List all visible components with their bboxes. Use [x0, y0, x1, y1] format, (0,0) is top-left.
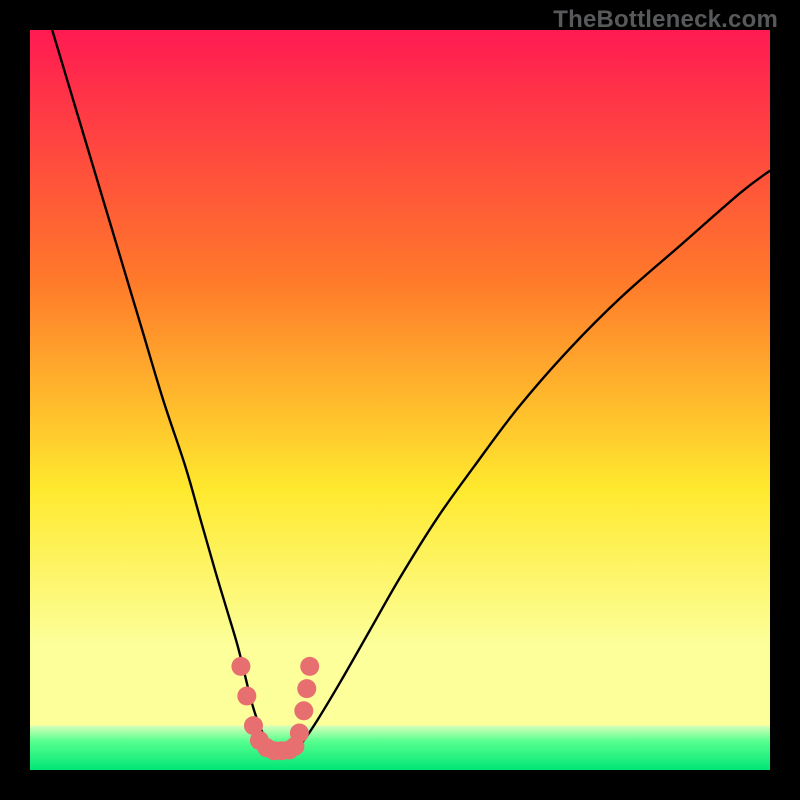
marker-dot	[297, 679, 316, 698]
marker-dot	[294, 701, 313, 720]
chart-frame: TheBottleneck.com	[0, 0, 800, 800]
gradient-bg	[30, 30, 770, 770]
watermark-text: TheBottleneck.com	[553, 6, 778, 34]
marker-dot	[231, 657, 250, 676]
marker-dot	[300, 657, 319, 676]
green-band	[30, 726, 770, 770]
plot-area	[30, 30, 770, 770]
marker-dot	[237, 687, 256, 706]
marker-dot	[290, 724, 309, 743]
chart-svg	[30, 30, 770, 770]
